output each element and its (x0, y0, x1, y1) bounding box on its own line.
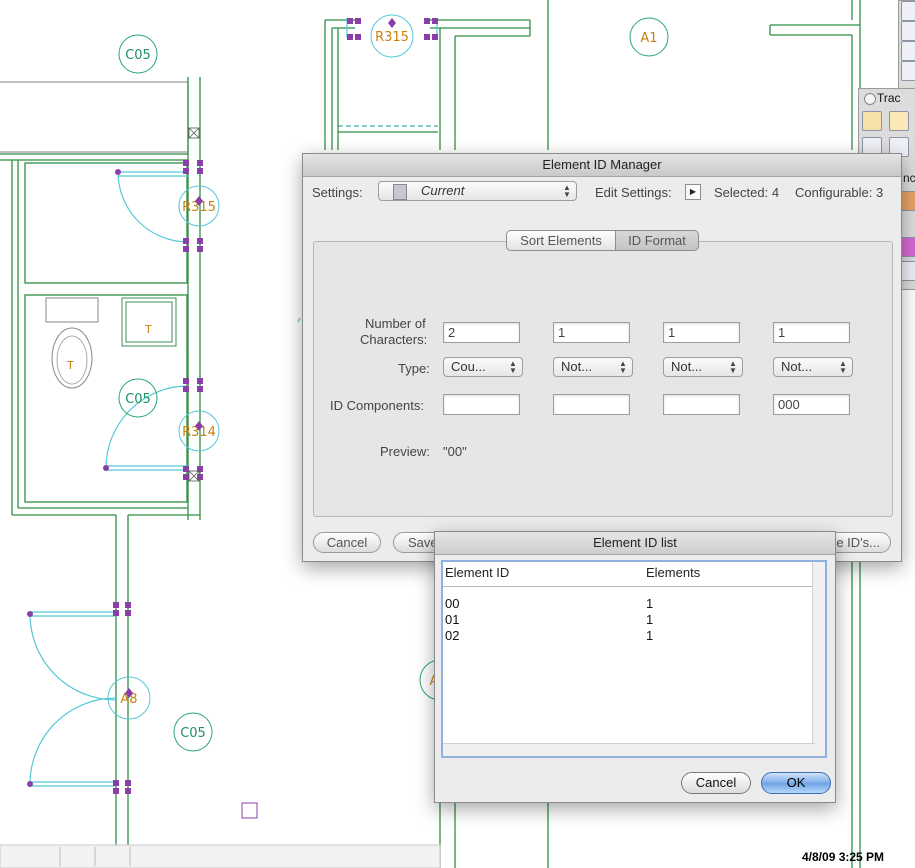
type-dropdown-3[interactable]: Not... ▲ ▼ (663, 357, 743, 377)
palette-tool-icon[interactable] (901, 41, 915, 61)
tag-r315-top[interactable]: R315 (375, 30, 409, 45)
type-label: Type: (398, 361, 430, 376)
palette-tool-icon[interactable] (901, 21, 915, 41)
id-component-field-4[interactable]: 000 (773, 394, 850, 415)
list-dialog-title: Element ID list (435, 532, 835, 555)
dropdown-arrows-icon: ▲ ▼ (509, 359, 517, 375)
palette-title: Trac (877, 91, 901, 105)
column-header-elements[interactable]: Elements (646, 565, 700, 580)
tag-c05-bottom[interactable]: C05 (180, 726, 206, 741)
element-id-manager-dialog: Element ID Manager Settings: Current ▲ ▼ … (302, 153, 902, 562)
edit-settings-label: Edit Settings: (595, 185, 672, 200)
id-format-panel (313, 241, 893, 517)
settings-dropdown[interactable]: Current ▲ ▼ (378, 181, 577, 201)
settings-value: Current (421, 183, 465, 198)
row-element-count: 1 (646, 596, 654, 611)
palette-close-icon[interactable] (864, 93, 876, 105)
row-element-id: 00 (445, 596, 460, 611)
row-element-count: 1 (646, 628, 654, 643)
tag-c05-mid[interactable]: C05 (125, 392, 151, 407)
type-value: Cou... (451, 359, 486, 374)
palette-tool-icon[interactable] (901, 1, 915, 21)
settings-label: Settings: (312, 185, 363, 200)
id-component-field-1[interactable] (443, 394, 520, 415)
num-chars-label-line1: Number of (365, 316, 426, 331)
sink-label: T (144, 323, 152, 336)
cancel-button[interactable]: Cancel (313, 532, 381, 553)
row-element-id: 01 (445, 612, 460, 627)
list-cancel-button[interactable]: Cancel (681, 772, 751, 794)
type-value: Not... (781, 359, 813, 374)
ok-button[interactable]: OK (761, 772, 831, 794)
configurable-count: Configurable: 3 (795, 185, 884, 200)
element-id-list-dialog: Element ID list Element ID Elements 00 1… (434, 531, 836, 803)
id-component-field-3[interactable] (663, 394, 740, 415)
preview-label: Preview: (380, 444, 430, 459)
dropdown-arrows-icon: ▲ ▼ (563, 183, 571, 199)
type-value: Not... (561, 359, 593, 374)
type-dropdown-4[interactable]: Not... ▲ ▼ (773, 357, 853, 377)
dialog-title: Element ID Manager (303, 154, 901, 177)
num-chars-label-line2: Characters: (360, 332, 428, 347)
id-components-label: ID Components: (330, 398, 424, 413)
num-chars-field-1[interactable]: 2 (443, 322, 520, 343)
palette-label: nc (903, 171, 915, 185)
dropdown-arrows-icon: ▲ ▼ (729, 359, 737, 375)
vertical-scrollbar[interactable] (812, 562, 825, 756)
row-element-count: 1 (646, 612, 654, 627)
toilet-label: T (66, 359, 74, 372)
num-chars-field-2[interactable]: 1 (553, 322, 630, 343)
layers-icon[interactable] (862, 111, 882, 131)
selected-count: Selected: 4 (714, 185, 780, 200)
id-component-field-2[interactable] (553, 394, 630, 415)
tag-a1[interactable]: A1 (640, 31, 657, 46)
folder-icon[interactable] (889, 111, 909, 131)
tag-c05-top[interactable]: C05 (125, 48, 151, 63)
dropdown-arrows-icon: ▲ ▼ (839, 359, 847, 375)
row-element-id: 02 (445, 628, 460, 643)
palette-tool-icon[interactable] (901, 61, 915, 81)
num-chars-field-3[interactable]: 1 (663, 322, 740, 343)
type-dropdown-2[interactable]: Not... ▲ ▼ (553, 357, 633, 377)
num-chars-field-4[interactable]: 1 (773, 322, 850, 343)
type-dropdown-1[interactable]: Cou... ▲ ▼ (443, 357, 523, 377)
element-id-table[interactable]: Element ID Elements 00 1 01 1 02 1 (441, 560, 827, 758)
tab-sort-elements[interactable]: Sort Elements (506, 230, 616, 251)
table-header: Element ID Elements (443, 562, 815, 587)
dropdown-arrows-icon: ▲ ▼ (619, 359, 627, 375)
horizontal-scrollbar[interactable] (443, 743, 815, 756)
preview-value: "00" (443, 444, 467, 459)
menu-clock: 4/8/09 3:25 PM (802, 850, 885, 864)
door-icon (393, 184, 407, 200)
type-value: Not... (671, 359, 703, 374)
edit-settings-arrow-icon[interactable]: ▶ (685, 184, 701, 200)
column-header-element-id[interactable]: Element ID (445, 565, 509, 580)
tab-id-format[interactable]: ID Format (615, 230, 699, 251)
tool-palette-top[interactable] (898, 0, 915, 90)
